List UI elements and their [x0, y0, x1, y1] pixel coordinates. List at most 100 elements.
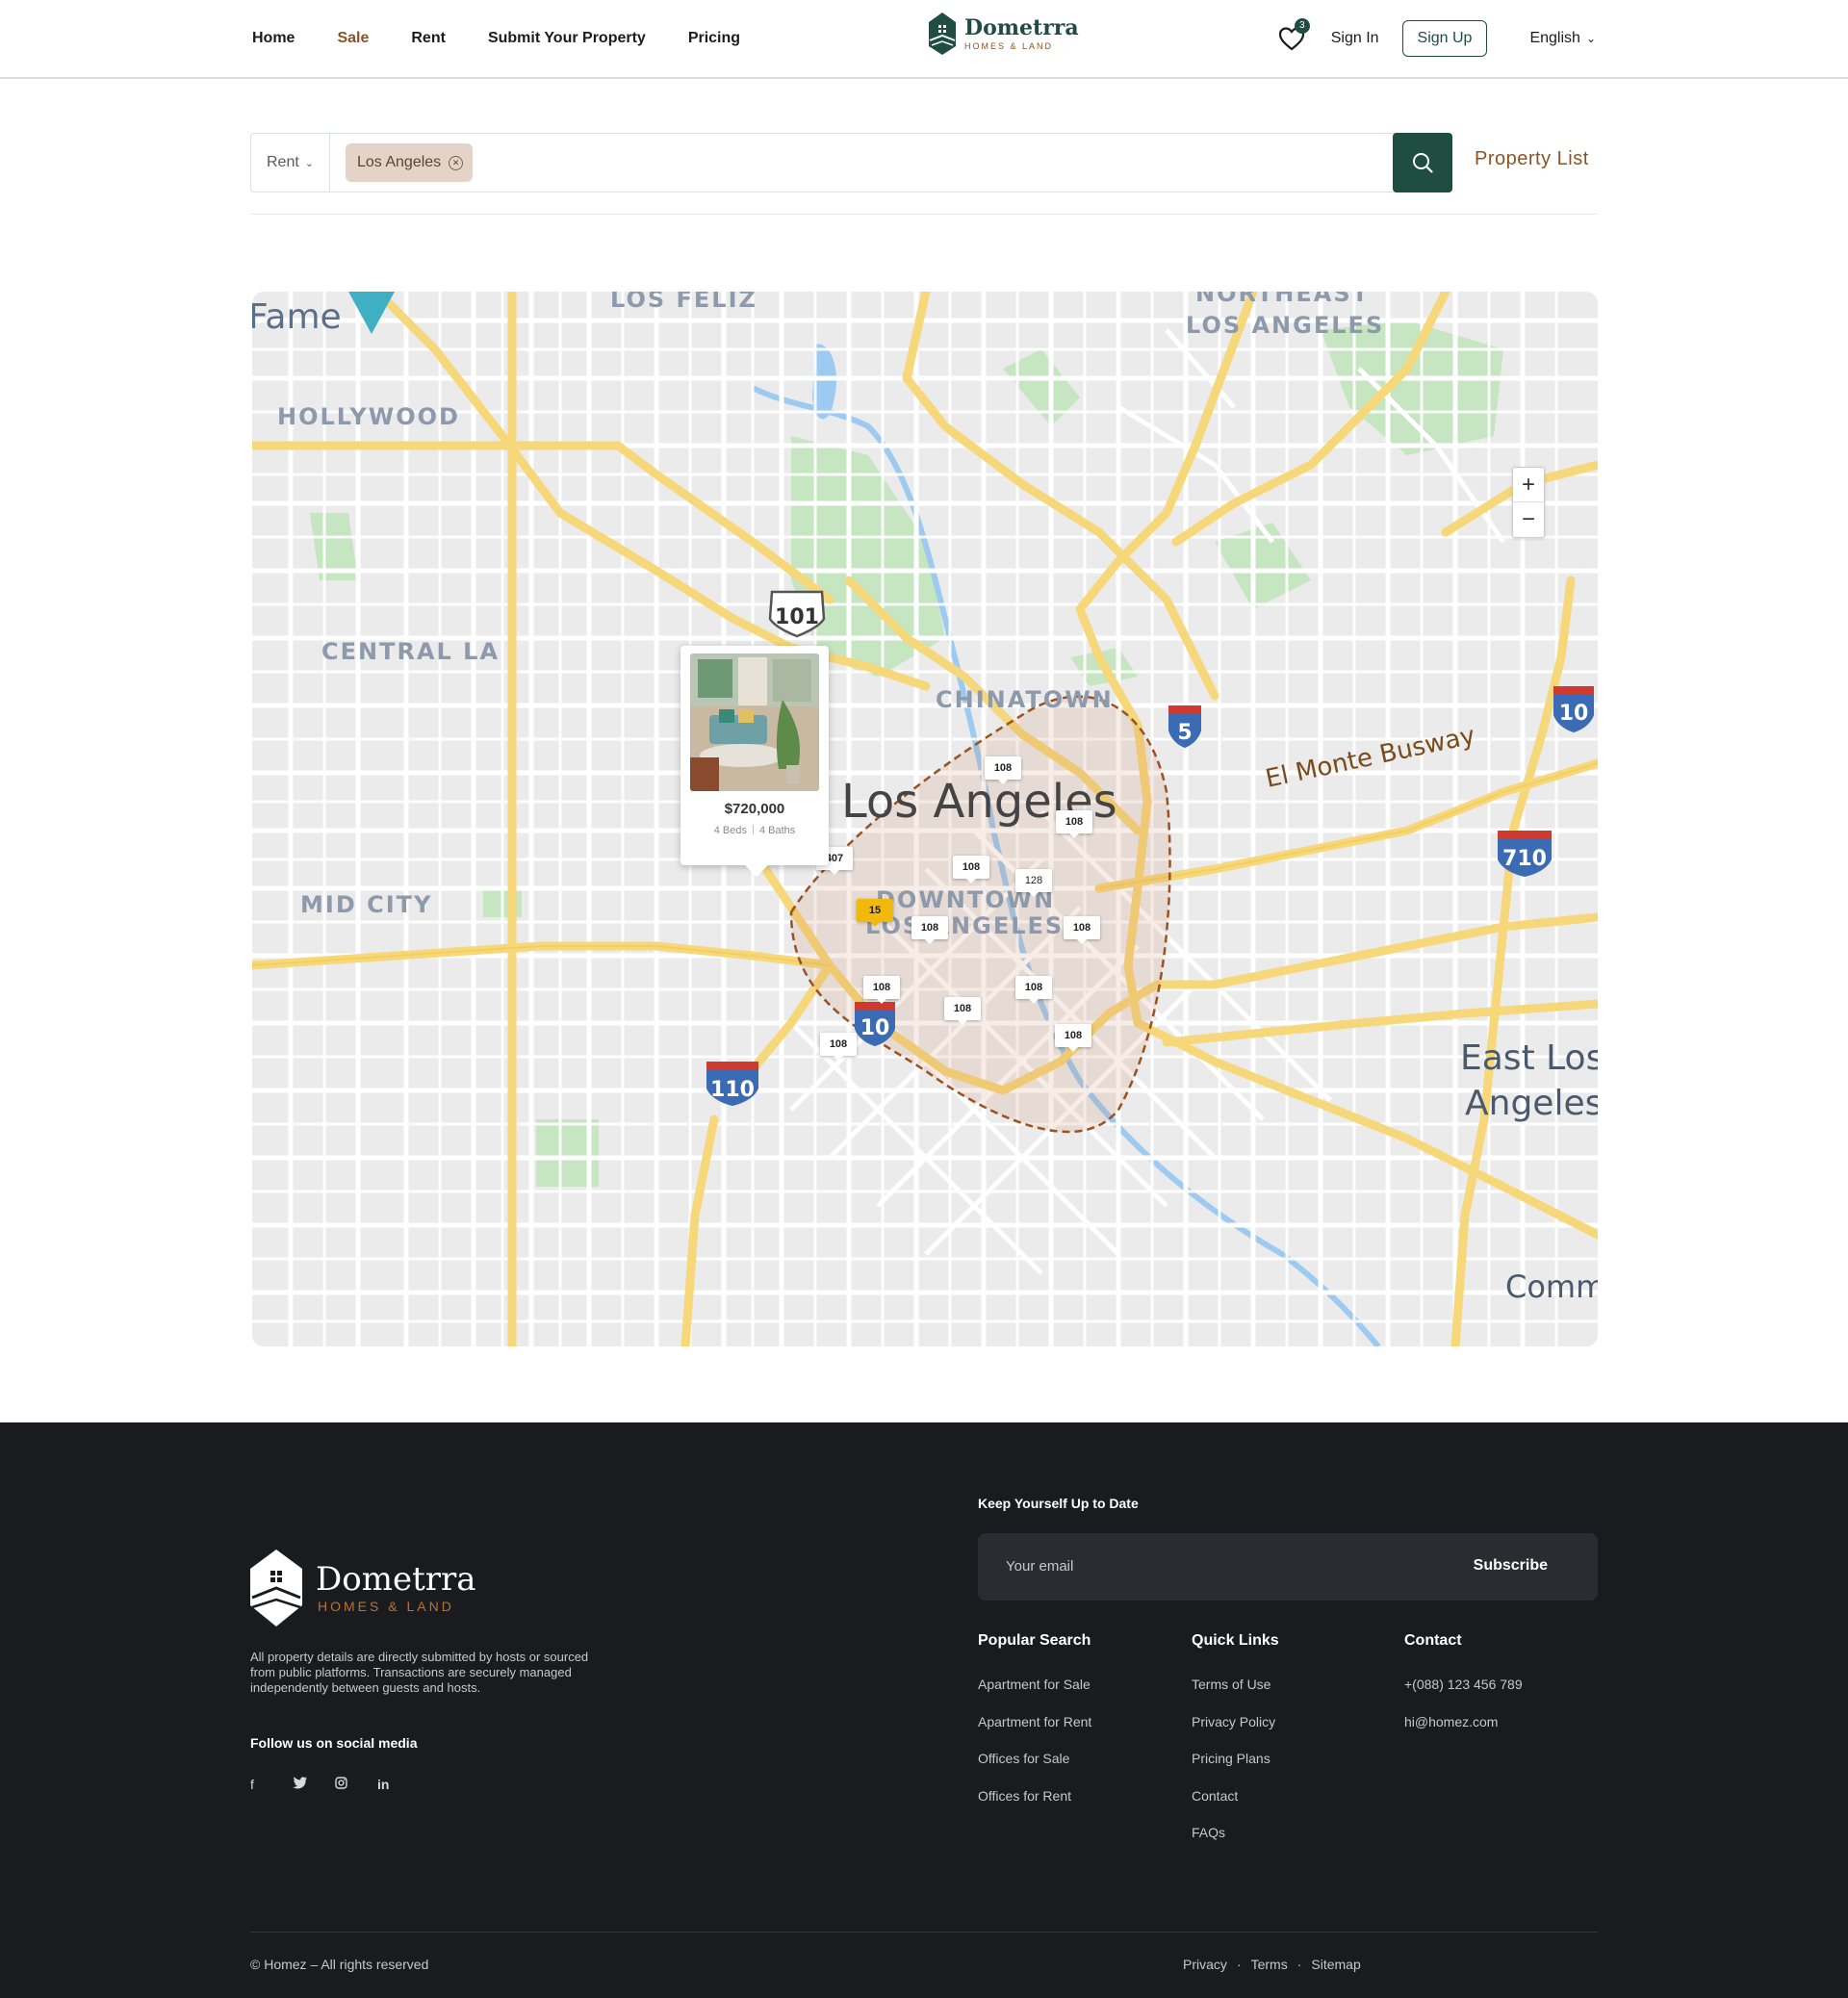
map-canvas[interactable]: Fame LOS FELIZ NORTHEAST LOS ANGELES HOL…	[252, 292, 1598, 1346]
footer-bottom-links: Privacy · Terms · Sitemap	[1183, 1957, 1361, 1972]
brand-logo[interactable]: Dometrra HOMES & LAND	[928, 12, 1079, 56]
email-input[interactable]: Your email	[1006, 1558, 1073, 1575]
footer-link[interactable]: Contact	[1192, 1788, 1279, 1826]
label-downtown-la: LOS ANGELES	[865, 912, 1064, 939]
label-el-monte-busway: El Monte Busway	[1263, 721, 1477, 793]
svg-text:5: 5	[1177, 721, 1192, 745]
svg-text:10: 10	[860, 1016, 890, 1040]
sitemap-link[interactable]: Sitemap	[1311, 1957, 1360, 1972]
favorites-button[interactable]: 3	[1277, 18, 1310, 53]
price-marker[interactable]: 108	[953, 856, 989, 884]
label-mid-city: MID CITY	[300, 891, 432, 918]
svg-text:110: 110	[710, 1078, 755, 1102]
privacy-link[interactable]: Privacy	[1183, 1957, 1227, 1972]
price-marker[interactable]: 108	[911, 916, 948, 944]
footer-link[interactable]: Offices for Rent	[978, 1788, 1091, 1826]
price-marker[interactable]: 108	[985, 756, 1021, 784]
i5-shield-icon: 5	[1168, 705, 1201, 748]
property-list-link[interactable]: Property List	[1475, 148, 1589, 170]
chevron-down-icon: ⌄	[304, 157, 314, 169]
label-chinatown: CHINATOWN	[936, 686, 1114, 713]
chevron-down-icon: ⌄	[1585, 32, 1596, 45]
subscribe-button[interactable]: Subscribe	[1474, 1557, 1548, 1575]
instagram-icon[interactable]	[335, 1777, 377, 1792]
sign-up-button[interactable]: Sign Up	[1401, 20, 1488, 57]
nav-pricing[interactable]: Pricing	[688, 30, 740, 47]
footer-column-quick-links: Quick Links Terms of Use Privacy Policy …	[1192, 1632, 1279, 1862]
svg-text:101: 101	[775, 605, 819, 629]
nav-submit-property[interactable]: Submit Your Property	[488, 30, 646, 47]
footer-link[interactable]: Privacy Policy	[1192, 1714, 1279, 1752]
label-central-la: CENTRAL LA	[321, 638, 500, 665]
nav-rent[interactable]: Rent	[411, 30, 446, 47]
label-fame: Fame	[252, 297, 342, 337]
house-logo-icon	[250, 1550, 302, 1627]
price-marker[interactable]: 108	[1064, 916, 1100, 944]
brand-tagline: HOMES & LAND	[964, 40, 1054, 51]
listing-type-select[interactable]: Rent ⌄	[251, 134, 330, 192]
footer-column-popular-search: Popular Search Apartment for Sale Apartm…	[978, 1632, 1091, 1825]
social-links: f in	[250, 1777, 420, 1792]
language-selector[interactable]: English ⌄	[1529, 30, 1596, 47]
footer-column-title: Popular Search	[978, 1632, 1091, 1649]
search-icon	[1413, 153, 1433, 173]
nav-sale[interactable]: Sale	[337, 30, 369, 47]
language-label: English	[1529, 30, 1580, 46]
footer-column-title: Quick Links	[1192, 1632, 1279, 1649]
property-map[interactable]: Fame LOS FELIZ NORTHEAST LOS ANGELES HOL…	[252, 292, 1598, 1346]
twitter-icon[interactable]	[293, 1777, 335, 1792]
newsletter-heading: Keep Yourself Up to Date	[978, 1496, 1139, 1511]
footer-link[interactable]: Offices for Sale	[978, 1751, 1091, 1788]
footer-link[interactable]: FAQs	[1192, 1825, 1279, 1862]
i10-shield-icon: 10	[1553, 686, 1594, 732]
favorites-count-badge: 3	[1294, 18, 1310, 34]
copyright: © Homez – All rights reserved	[250, 1957, 429, 1972]
footer-logo[interactable]: Dometrra HOMES & LAND	[250, 1550, 476, 1627]
location-chip-label: Los Angeles	[357, 154, 442, 170]
footer-link[interactable]: Apartment for Sale	[978, 1677, 1091, 1714]
price-marker[interactable]: 108	[1055, 1024, 1091, 1052]
footer-column-contact: Contact +(088) 123 456 789 hi@homez.com	[1404, 1632, 1523, 1751]
separator: ·	[1236, 1957, 1242, 1972]
label-los-feliz: LOS FELIZ	[610, 292, 757, 313]
social-heading: Follow us on social media	[250, 1735, 418, 1751]
main-nav: Home Sale Rent Submit Your Property Pric…	[252, 0, 783, 77]
label-east-los: East Los	[1460, 1038, 1598, 1078]
contact-phone[interactable]: +(088) 123 456 789	[1404, 1677, 1523, 1714]
zoom-out-button[interactable]: −	[1513, 502, 1544, 537]
brand-name: Dometrra	[964, 14, 1079, 40]
property-beds: 4 Beds	[713, 825, 747, 836]
footer-link[interactable]: Apartment for Rent	[978, 1714, 1091, 1752]
price-marker[interactable]: 108	[1056, 810, 1092, 838]
sign-in-link[interactable]: Sign In	[1331, 30, 1379, 47]
contact-email[interactable]: hi@homez.com	[1404, 1714, 1523, 1752]
zoom-in-button[interactable]: +	[1513, 468, 1544, 502]
linkedin-icon[interactable]: in	[377, 1777, 420, 1792]
divider	[250, 214, 1598, 215]
i710-shield-icon: 710	[1498, 831, 1552, 877]
price-marker[interactable]: 108	[820, 1033, 857, 1061]
footer-brand-name: Dometrra	[316, 1560, 476, 1599]
price-marker[interactable]: 108	[944, 997, 981, 1025]
divider	[752, 825, 754, 834]
footer-link[interactable]: Terms of Use	[1192, 1677, 1279, 1714]
label-los-angeles-ne: LOS ANGELES	[1186, 312, 1384, 339]
remove-chip-icon[interactable]: ✕	[449, 155, 464, 170]
nav-home[interactable]: Home	[252, 30, 295, 47]
site-header: Home Sale Rent Submit Your Property Pric…	[0, 0, 1848, 79]
listing-type-value: Rent	[266, 154, 299, 170]
price-marker[interactable]: 108	[1015, 976, 1052, 1004]
search-button[interactable]	[1393, 133, 1452, 192]
price-marker-highlighted[interactable]: 15	[857, 899, 893, 927]
house-logo-icon	[929, 13, 956, 55]
footer-link[interactable]: Pricing Plans	[1192, 1751, 1279, 1788]
price-marker[interactable]: 128	[1015, 869, 1052, 897]
price-marker[interactable]: 108	[863, 976, 900, 1004]
property-preview-card[interactable]: $720,000 4 Beds 4 Baths	[680, 646, 829, 877]
facebook-icon[interactable]: f	[250, 1777, 293, 1792]
site-footer: Dometrra HOMES & LAND All property detai…	[0, 1422, 1848, 1998]
label-east-angeles: Angeles	[1465, 1084, 1598, 1123]
footer-description: All property details are directly submit…	[250, 1650, 589, 1695]
property-photo	[690, 653, 819, 791]
terms-link[interactable]: Terms	[1251, 1957, 1288, 1972]
